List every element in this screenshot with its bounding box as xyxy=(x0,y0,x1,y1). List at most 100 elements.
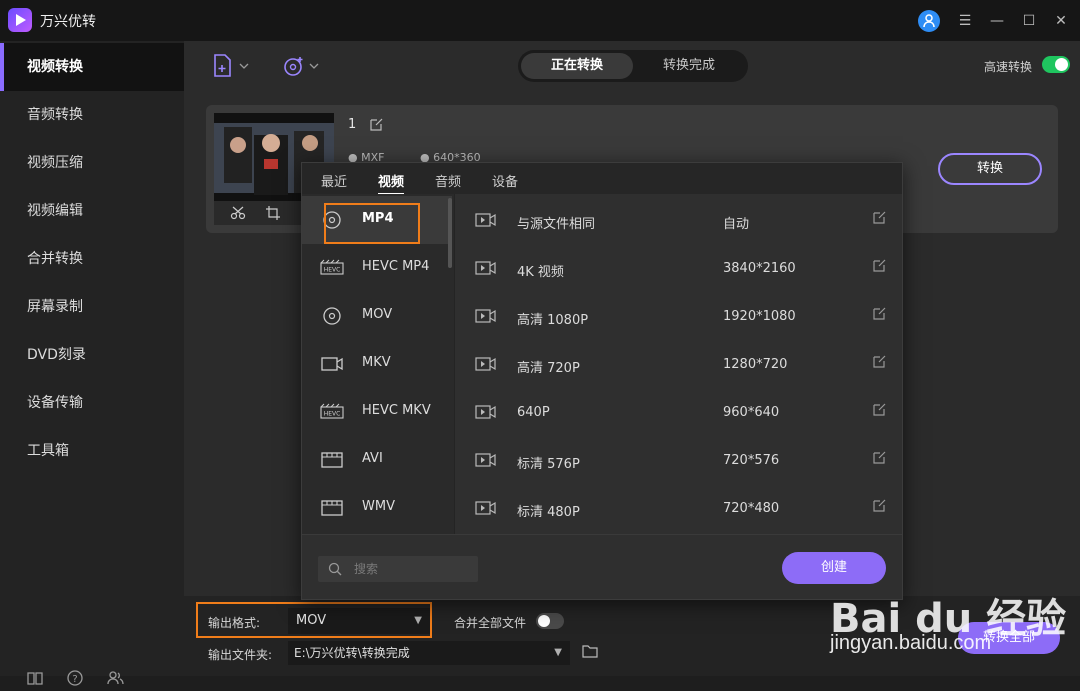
preset-name: 标清 576P xyxy=(517,457,580,472)
menu-icon[interactable]: ☰ xyxy=(954,10,976,32)
sidebar-item-screen-record[interactable]: 屏幕录制 xyxy=(0,283,184,331)
preset-resolution: 720*480 xyxy=(723,501,780,516)
user-account-icon[interactable] xyxy=(918,10,940,32)
edit-icon[interactable] xyxy=(873,498,887,512)
add-file-icon[interactable] xyxy=(212,53,252,79)
sidebar-item-video-edit[interactable]: 视频编辑 xyxy=(0,187,184,235)
output-folder-select[interactable]: E:\万兴优转\转换完成 ▼ xyxy=(288,641,570,665)
preset-name: 640P xyxy=(517,405,550,420)
svg-text:HEVC: HEVC xyxy=(324,267,341,274)
sidebar: 视频转换 音频转换 视频压缩 视频编辑 合并转换 屏幕录制 DVD刻录 设备传输… xyxy=(0,41,184,686)
fast-convert-toggle[interactable] xyxy=(1042,56,1070,73)
cut-icon[interactable] xyxy=(230,206,246,220)
preset-name: 高清 720P xyxy=(517,361,580,376)
chevron-down-icon: ▼ xyxy=(554,647,562,658)
format-item-mov[interactable]: MOV xyxy=(302,292,452,340)
crop-icon[interactable] xyxy=(266,206,280,220)
preset-resolution: 720*576 xyxy=(723,453,780,468)
format-label: MOV xyxy=(362,307,393,322)
format-item-hevc-mp4[interactable]: HEVC HEVC MP4 xyxy=(302,244,452,292)
folder-icon[interactable] xyxy=(582,644,598,658)
tab-converting[interactable]: 正在转换 xyxy=(521,53,633,79)
output-folder-label: 输出文件夹: xyxy=(208,648,273,662)
preset-list: 与源文件相同 自动 4K 视频 3840*2160 高清 1080P 1920*… xyxy=(454,194,902,534)
format-item-hevc-mkv[interactable]: HEVC HEVC MKV xyxy=(302,388,452,436)
fast-convert-label: 高速转换 xyxy=(984,60,1033,74)
disc-icon xyxy=(323,307,341,325)
output-format-label: 输出格式: xyxy=(208,616,261,630)
hevc-icon: HEVC xyxy=(320,403,344,419)
merge-files-label: 合并全部文件 xyxy=(454,616,527,630)
tab-converted[interactable]: 转换完成 xyxy=(633,53,745,79)
video-camera-icon xyxy=(321,357,343,371)
format-label: HEVC MP4 xyxy=(362,259,430,274)
convert-button[interactable]: 转换 xyxy=(938,153,1042,185)
tab-device[interactable]: 设备 xyxy=(492,171,518,190)
sidebar-item-merge[interactable]: 合并转换 xyxy=(0,235,184,283)
preset-name: 标清 480P xyxy=(517,505,580,520)
format-label: HEVC MKV xyxy=(362,403,431,418)
hevc-icon: HEVC xyxy=(320,259,344,275)
title-bar: 万兴优转 ☰ — ☐ ✕ xyxy=(0,0,1080,41)
sidebar-item-device-transfer[interactable]: 设备传输 xyxy=(0,379,184,427)
video-icon xyxy=(475,405,496,419)
preset-row[interactable]: 4K 视频 3840*2160 xyxy=(455,244,903,292)
edit-icon[interactable] xyxy=(873,354,887,368)
preset-row[interactable]: 640P 960*640 xyxy=(455,388,903,436)
search-icon xyxy=(328,562,342,576)
minimize-icon[interactable]: — xyxy=(986,10,1008,32)
format-list-scrollbar[interactable] xyxy=(448,198,452,268)
output-format-select[interactable]: MOV ▼ xyxy=(288,608,430,634)
format-popup-footer: 创建 xyxy=(302,534,902,600)
preset-resolution: 1920*1080 xyxy=(723,309,796,324)
edit-icon[interactable] xyxy=(873,210,887,224)
preset-name: 与源文件相同 xyxy=(517,217,596,232)
sidebar-item-video-compress[interactable]: 视频压缩 xyxy=(0,139,184,187)
sidebar-item-video-convert[interactable]: 视频转换 xyxy=(0,43,184,91)
tab-recent[interactable]: 最近 xyxy=(321,171,347,190)
edit-icon[interactable] xyxy=(873,258,887,272)
format-label: AVI xyxy=(362,451,383,466)
merge-files-toggle[interactable] xyxy=(536,613,564,629)
preset-row[interactable]: 高清 720P 1280*720 xyxy=(455,340,903,388)
close-icon[interactable]: ✕ xyxy=(1050,10,1072,32)
preset-row[interactable]: 与源文件相同 自动 xyxy=(455,196,903,244)
video-icon xyxy=(475,501,496,515)
rename-icon[interactable] xyxy=(370,117,384,131)
preset-row[interactable]: 标清 576P 720*576 xyxy=(455,436,903,484)
sidebar-item-toolbox[interactable]: 工具箱 xyxy=(0,427,184,475)
edit-icon[interactable] xyxy=(873,450,887,464)
sidebar-item-audio-convert[interactable]: 音频转换 xyxy=(0,91,184,139)
chevron-down-icon: ▼ xyxy=(414,615,422,626)
tab-audio[interactable]: 音频 xyxy=(435,171,461,190)
convert-all-button[interactable]: 转换全部 xyxy=(958,622,1060,654)
create-preset-button[interactable]: 创建 xyxy=(782,552,886,584)
preset-resolution: 3840*2160 xyxy=(723,261,796,276)
preset-row[interactable]: 高清 1080P 1920*1080 xyxy=(455,292,903,340)
video-icon xyxy=(475,261,496,275)
format-search-input[interactable] xyxy=(354,560,470,578)
preset-row[interactable]: 标清 480P 720*480 xyxy=(455,484,903,532)
maximize-icon[interactable]: ☐ xyxy=(1018,10,1040,32)
tab-video[interactable]: 视频 xyxy=(378,171,405,195)
sidebar-item-dvd-burn[interactable]: DVD刻录 xyxy=(0,331,184,379)
edit-icon[interactable] xyxy=(873,402,887,416)
edit-icon[interactable] xyxy=(873,306,887,320)
format-item-mkv[interactable]: MKV xyxy=(302,340,452,388)
format-label: WMV xyxy=(362,499,395,514)
format-category-tabs: 最近 视频 音频 设备 xyxy=(302,163,902,195)
mp4-highlight xyxy=(324,203,420,244)
format-popup: 最近 视频 音频 设备 MP4 HEVC HEVC MP4 MOV MKV HE… xyxy=(301,162,903,600)
help-icon[interactable]: ? xyxy=(66,669,84,687)
app-title: 万兴优转 xyxy=(40,14,96,30)
format-label: MKV xyxy=(362,355,391,370)
format-item-avi[interactable]: AVI xyxy=(302,436,452,484)
preset-name: 高清 1080P xyxy=(517,313,589,328)
convert-status-tabs: 正在转换 转换完成 xyxy=(518,50,748,82)
book-icon[interactable] xyxy=(26,669,44,687)
format-item-wmv[interactable]: WMV xyxy=(302,484,452,532)
add-media-icon[interactable] xyxy=(282,53,322,79)
users-icon[interactable] xyxy=(106,669,124,687)
video-icon xyxy=(475,213,496,227)
preset-name: 4K 视频 xyxy=(517,265,564,280)
